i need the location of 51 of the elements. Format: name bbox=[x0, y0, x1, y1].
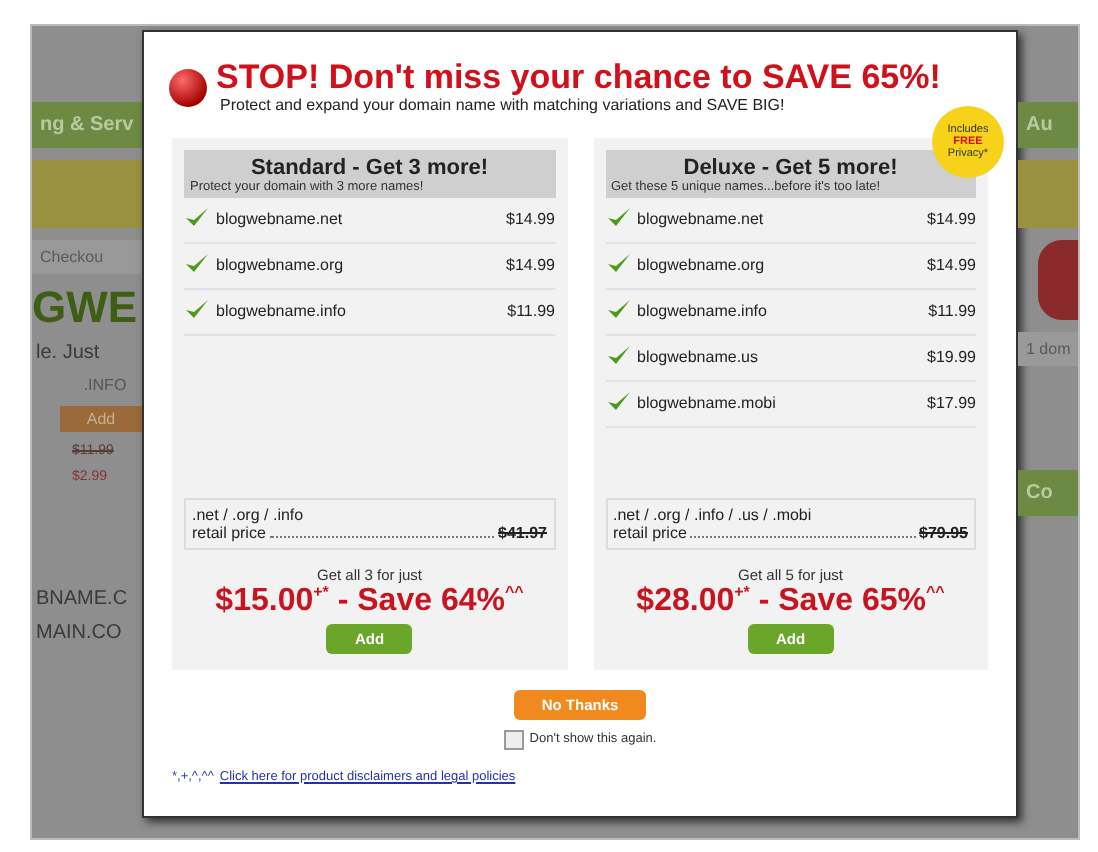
domain-name: blogwebname.net bbox=[637, 210, 766, 229]
retail-label: .net / .org / .info / .us / .mobi bbox=[613, 505, 814, 524]
column-header: .INFO bbox=[81, 376, 129, 394]
check-icon bbox=[605, 252, 631, 275]
retail-caption: retail price bbox=[192, 523, 266, 542]
check-icon bbox=[605, 390, 631, 413]
page-heading: GWE bbox=[32, 286, 140, 330]
dialog-title: STOP! Don't miss your chance to SAVE 65%! bbox=[216, 60, 941, 96]
alert-icon bbox=[168, 68, 208, 108]
retail-price: $41.97 bbox=[498, 523, 547, 542]
page-text: Checkou bbox=[32, 240, 142, 274]
banner-band bbox=[1018, 160, 1078, 228]
check-icon bbox=[605, 344, 631, 367]
domain-name: blogwebname.us bbox=[637, 348, 760, 367]
page-text: MAIN.CO bbox=[34, 622, 124, 644]
plan-title: Standard - Get 3 more! bbox=[248, 155, 491, 180]
check-icon bbox=[184, 298, 210, 321]
domain-name: blogwebname.mobi bbox=[637, 394, 778, 413]
retail-label: .net / .org / .info bbox=[192, 505, 306, 524]
offer-price: $28.00$^{+*}$ - Save 65%$^{^^}$ bbox=[634, 583, 947, 620]
retail-caption: retail price bbox=[613, 523, 687, 542]
domain-name: blogwebname.info bbox=[216, 302, 348, 321]
checkbox[interactable] bbox=[503, 729, 524, 750]
domain-price: $17.99 bbox=[927, 394, 976, 413]
domain-price: $14.99 bbox=[927, 256, 976, 275]
banner-band bbox=[32, 160, 142, 228]
page-text: le. Just bbox=[34, 342, 102, 364]
page-text: BNAME.C bbox=[34, 588, 130, 610]
nav-bar: Au bbox=[1018, 102, 1078, 148]
domain-name: blogwebname.org bbox=[637, 256, 767, 275]
domain-price: $11.99 bbox=[507, 302, 555, 321]
domain-name: blogwebname.info bbox=[637, 302, 769, 321]
check-icon bbox=[184, 206, 210, 229]
check-icon bbox=[605, 298, 631, 321]
check-icon bbox=[605, 206, 631, 229]
nav-bar: Co bbox=[1018, 470, 1078, 516]
domain-price: $14.99 bbox=[506, 256, 555, 275]
domain-price: $14.99 bbox=[927, 210, 976, 229]
domain-name: blogwebname.net bbox=[216, 210, 345, 229]
check-icon bbox=[184, 252, 210, 275]
tag-shape bbox=[1038, 240, 1078, 320]
offer-price: $15.00$^{+*}$ - Save 64%$^{^^}$ bbox=[213, 583, 526, 620]
domain-price: $14.99 bbox=[506, 210, 555, 229]
domain-price: $11.99 bbox=[928, 302, 976, 321]
nav-bar: ng & Serv bbox=[32, 102, 142, 148]
domain-name: blogwebname.org bbox=[216, 256, 346, 275]
plan-title: Deluxe - Get 5 more! bbox=[681, 155, 900, 180]
domain-price: $19.99 bbox=[927, 348, 976, 367]
page-text: 1 dom bbox=[1018, 332, 1078, 366]
retail-price: $79.95 bbox=[919, 523, 968, 542]
dialog-subtitle: Protect and expand your domain name with matching variations and SAVE BIG! bbox=[220, 95, 787, 114]
